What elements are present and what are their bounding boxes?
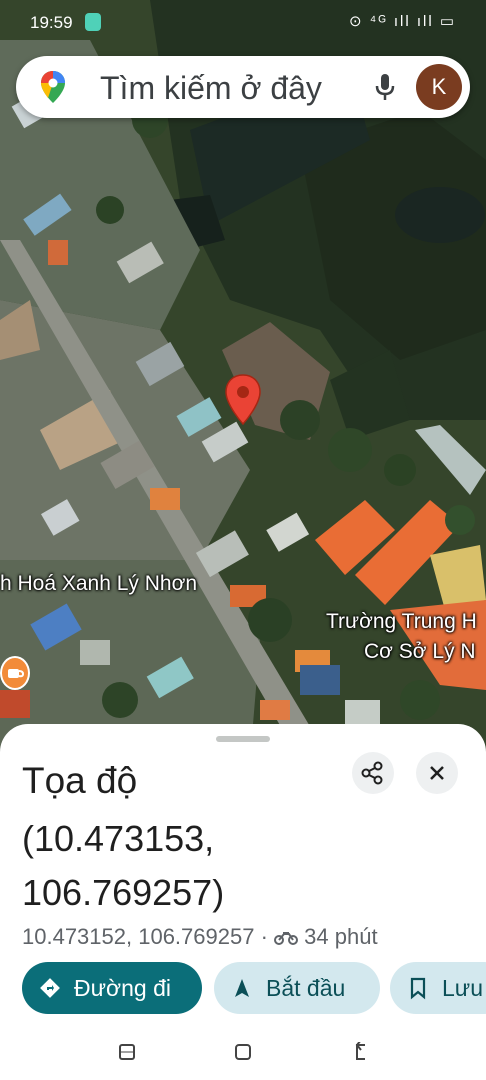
red-location-pin-icon[interactable] (224, 374, 262, 426)
status-time: 19:59 (30, 13, 73, 32)
place-sheet[interactable]: Tọa độ (10.473153, 106.769257) 10.473152… (0, 724, 486, 1080)
map-label-school-line2[interactable]: Cơ Sở Lý N (364, 640, 476, 664)
bookmark-icon (410, 977, 426, 1000)
close-button[interactable] (416, 752, 458, 794)
navigation-arrow-icon (235, 979, 249, 997)
save-button[interactable]: Lưu (390, 962, 486, 1014)
search-input[interactable]: Tìm kiếm ở đây (100, 70, 322, 107)
recent-apps-icon[interactable] (117, 1042, 137, 1062)
drag-handle[interactable] (216, 736, 270, 742)
directions-icon (40, 978, 60, 998)
separator: · (260, 924, 268, 949)
directions-label: Đường đi (74, 975, 171, 1001)
notification-app-icon (85, 13, 101, 31)
start-button[interactable]: Bắt đầu (214, 962, 380, 1014)
close-icon (430, 766, 444, 780)
coords-line2: 106.769257) (22, 872, 225, 913)
search-bar[interactable]: Tìm kiếm ở đây K (16, 56, 470, 118)
avatar[interactable]: K (416, 64, 462, 110)
coordinates-text[interactable]: 10.473152, 106.769257 (22, 924, 254, 949)
home-icon[interactable] (233, 1042, 253, 1062)
share-button[interactable] (352, 752, 394, 794)
directions-button[interactable]: Đường đi (22, 962, 202, 1014)
travel-time: 34 phút (304, 924, 378, 949)
place-subtitle: 10.473152, 106.769257 · 34 phút (22, 924, 378, 950)
microphone-icon[interactable] (372, 72, 398, 102)
back-icon[interactable] (351, 1042, 371, 1062)
coords-line1: (10.473153, (22, 818, 215, 859)
start-label: Bắt đầu (266, 975, 346, 1001)
motorbike-icon (274, 932, 299, 945)
place-title: Tọa độ (22, 760, 138, 801)
maps-pin-icon (41, 71, 65, 103)
coordinates-heading: (10.473153, 106.769257) (22, 812, 224, 920)
coffee-cup-icon[interactable] (0, 656, 30, 690)
map-label-park[interactable]: h Hoá Xanh Lý Nhơn (0, 572, 197, 596)
status-bar: 19:59 ⊙ ⁴ᴳ ıll ıll ▭ (0, 0, 486, 48)
share-icon (361, 761, 383, 785)
save-label: Lưu (442, 975, 483, 1001)
system-nav-bar (0, 1028, 486, 1080)
map-label-school-line1[interactable]: Trường Trung H (326, 610, 477, 634)
status-icons: ⊙ ⁴ᴳ ıll ıll ▭ (349, 13, 456, 30)
